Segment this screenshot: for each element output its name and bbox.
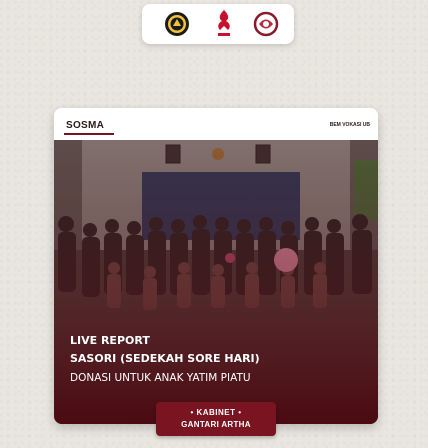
headline-event-name: SASORI (SEDEKAH SORE HARI) (70, 352, 260, 365)
university-seal-icon (165, 12, 189, 36)
post-card: SOSMA BEM VOKASI UB LIVE REPORT SASORI (… (54, 108, 378, 424)
headline-subtitle: DONASI UNTUK ANAK YATIM PIATU (70, 372, 251, 384)
department-label: SOSMA (66, 120, 105, 131)
organization-label: BEM VOKASI UB (329, 122, 370, 128)
headline-live-report: LIVE REPORT (70, 334, 150, 347)
department-underline (64, 133, 114, 135)
badge-line-2: GANTARI ARTHA (181, 420, 251, 429)
post-header: SOSMA BEM VOKASI UB (54, 108, 378, 140)
cabinet-logo-icon (253, 11, 279, 37)
badge-line-1: • KABINET • (190, 408, 242, 417)
cabinet-badge: • KABINET • GANTARI ARTHA (156, 402, 276, 436)
logo-bar (142, 4, 294, 44)
bem-logo-icon (218, 10, 230, 36)
